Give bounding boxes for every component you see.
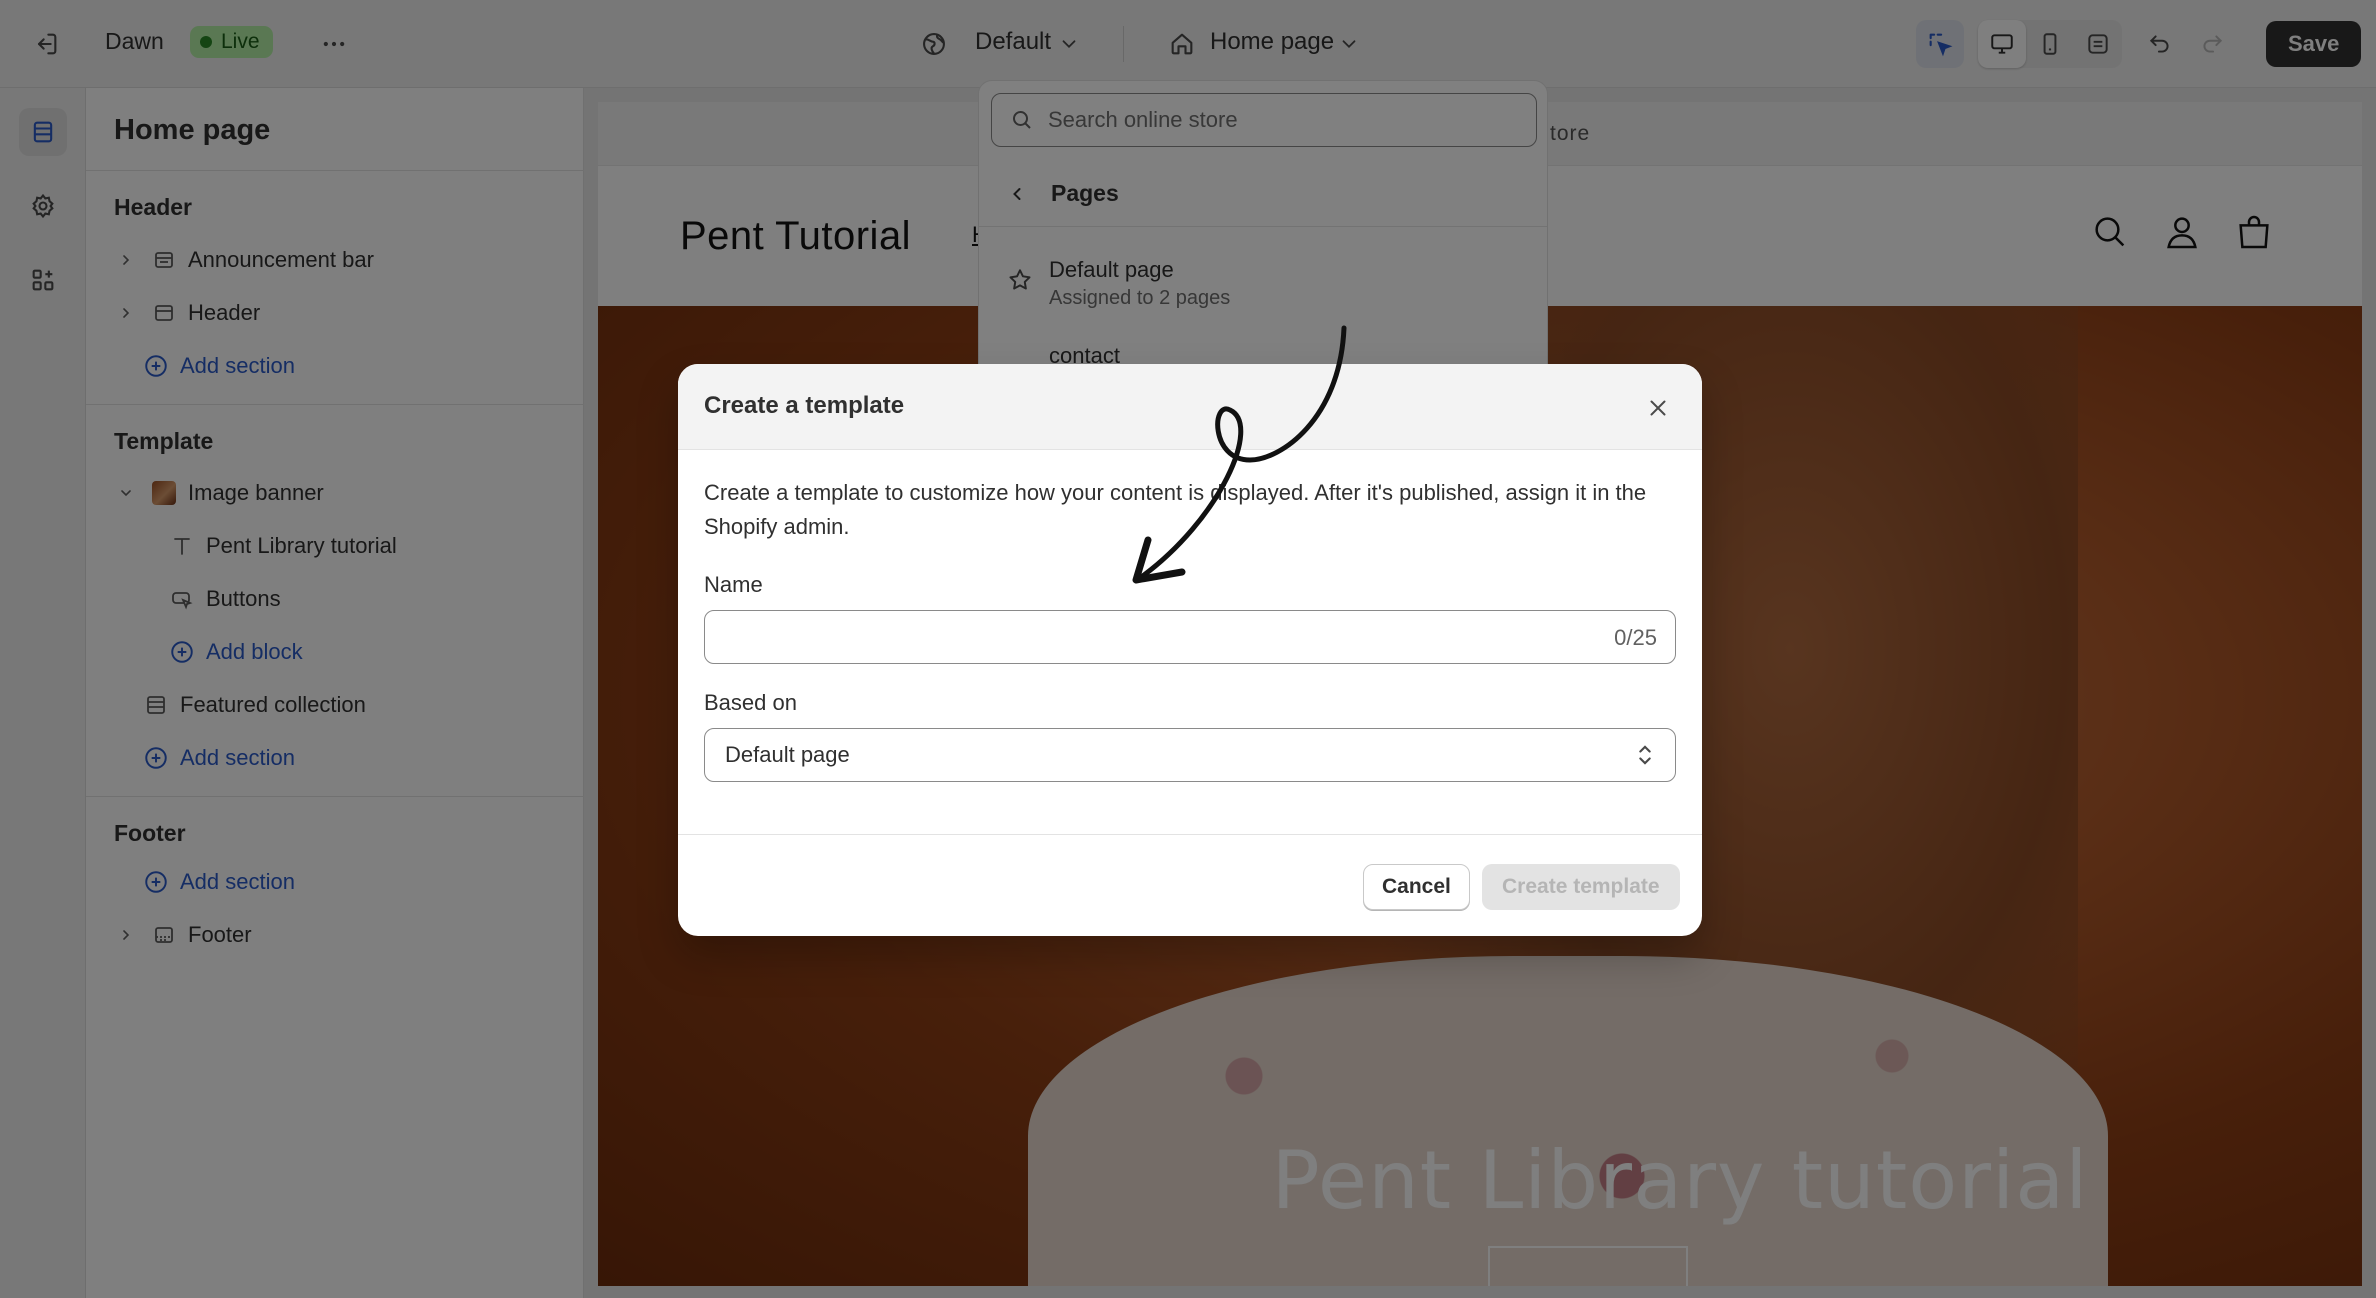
cancel-button[interactable]: Cancel — [1363, 864, 1470, 910]
modal-title: Create a template — [704, 392, 905, 419]
create-template-button[interactable]: Create template — [1482, 864, 1680, 910]
template-option-subtitle: Assigned to 2 pages — [1049, 287, 1231, 309]
based-on-select[interactable]: Default page — [704, 728, 1676, 782]
close-icon — [1650, 400, 1666, 416]
based-on-value: Default page — [725, 742, 850, 767]
template-name-field[interactable]: 0/25 — [704, 610, 1676, 664]
select-arrows-icon — [1639, 745, 1651, 765]
search-placeholder: Search online store — [1048, 107, 1238, 132]
modal-close-button[interactable] — [1634, 384, 1682, 432]
search-online-store-input[interactable]: Search online store — [991, 93, 1537, 147]
template-option-title: Default page — [1049, 257, 1174, 282]
modal-footer-divider — [678, 834, 1702, 835]
back-to-pages-button[interactable]: Pages — [979, 161, 1547, 227]
based-on-label: Based on — [704, 690, 797, 715]
name-field-label: Name — [704, 572, 763, 597]
template-option-default[interactable]: Default page Assigned to 2 pages — [1007, 257, 1230, 310]
star-icon — [1009, 269, 1031, 290]
chevron-left-icon — [1013, 187, 1021, 200]
back-label: Pages — [1051, 180, 1119, 206]
search-icon — [1013, 111, 1031, 129]
character-counter: 0/25 — [1614, 625, 1657, 650]
annotation-arrow — [1132, 325, 1347, 584]
